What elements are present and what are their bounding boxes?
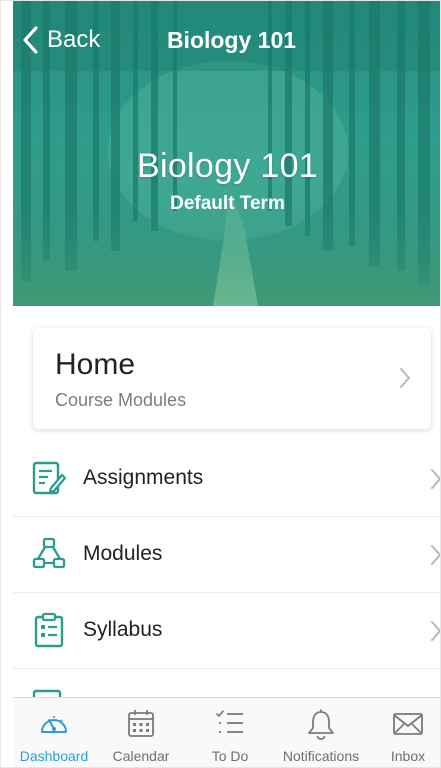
tab-label: Notifications bbox=[282, 748, 360, 764]
tab-calendar[interactable]: Calendar bbox=[101, 698, 181, 767]
tab-label: Calendar bbox=[112, 748, 170, 764]
menu-item-modules[interactable]: Modules bbox=[13, 517, 440, 593]
menu-item-partial[interactable] bbox=[13, 669, 440, 697]
bell-icon bbox=[308, 709, 334, 740]
home-card-title: Home bbox=[55, 348, 136, 381]
chevron-right-icon bbox=[431, 621, 440, 641]
dashboard-icon bbox=[41, 716, 67, 733]
home-card[interactable]: Home Course Modules bbox=[33, 328, 431, 429]
tab-label: Dashboard bbox=[19, 748, 89, 764]
menu-item-assignments[interactable]: Assignments bbox=[13, 441, 440, 517]
menu-item-label: Syllabus bbox=[83, 618, 163, 641]
calendar-icon bbox=[128, 710, 154, 737]
assignments-icon bbox=[32, 461, 67, 495]
course-term: Default Term bbox=[170, 193, 285, 214]
tab-bar: Dashboard Calendar To Do Notifications I… bbox=[13, 697, 440, 767]
course-navigation-list: Home Course Modules Assignments Modules … bbox=[13, 306, 440, 697]
tab-notifications[interactable]: Notifications bbox=[275, 698, 367, 767]
inbox-icon bbox=[393, 713, 423, 735]
tab-dashboard[interactable]: Dashboard bbox=[13, 698, 95, 767]
tab-todo[interactable]: To Do bbox=[189, 698, 271, 767]
tab-inbox[interactable]: Inbox bbox=[375, 698, 440, 767]
tab-label: Inbox bbox=[390, 748, 426, 764]
menu-item-label: Modules bbox=[83, 542, 163, 565]
modules-icon bbox=[32, 537, 66, 569]
chevron-right-icon bbox=[431, 545, 440, 565]
home-card-subtitle: Course Modules bbox=[55, 390, 187, 410]
syllabus-icon bbox=[34, 612, 64, 648]
grades-icon bbox=[32, 689, 62, 697]
tab-label: To Do bbox=[211, 748, 249, 764]
menu-item-syllabus[interactable]: Syllabus bbox=[13, 593, 440, 669]
navigation-bar: Back Biology 101 bbox=[13, 1, 440, 79]
app-screen: Back Biology 101 Biology 101 Default Ter… bbox=[0, 0, 441, 768]
course-title: Biology 101 bbox=[137, 147, 318, 185]
course-header-banner: Back Biology 101 Biology 101 Default Ter… bbox=[13, 1, 440, 306]
menu-item-label: Assignments bbox=[83, 466, 204, 489]
chevron-right-icon bbox=[431, 469, 440, 489]
chevron-right-icon bbox=[400, 368, 410, 388]
todo-icon bbox=[216, 710, 243, 733]
nav-title: Biology 101 bbox=[166, 27, 297, 53]
